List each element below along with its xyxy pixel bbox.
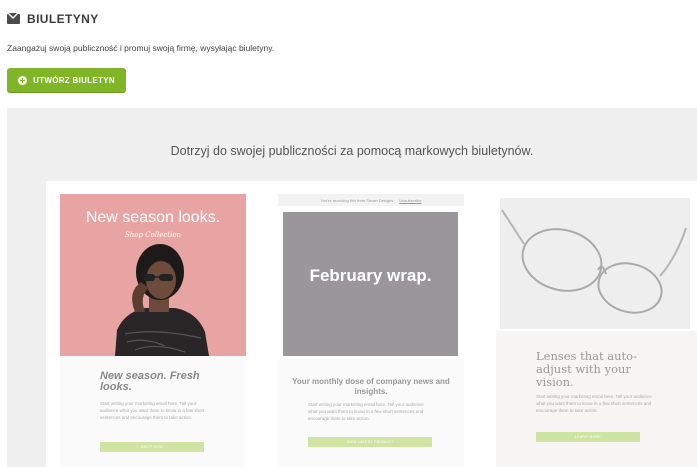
eyewear-hero-image — [500, 198, 690, 329]
news-hero-image: February wrap. — [283, 212, 458, 356]
fashion-hero-image: New season looks. Shop Collection — [60, 194, 246, 356]
page-subtitle: Zaangażuj swoją publiczność i promuj swo… — [7, 43, 275, 53]
news-view-button: VIEW LATEST PRODUCT — [308, 437, 432, 447]
fashion-hero-subtitle: Shop Collection — [124, 231, 182, 239]
envelope-icon — [7, 13, 20, 24]
eyewear-learn-button: LEARN MORE — [536, 432, 640, 442]
fashion-body: New season. Fresh looks. Start writing y… — [60, 356, 246, 467]
plus-circle-icon — [18, 76, 28, 85]
eyewear-body: Lenses that auto-adjust with your vision… — [496, 331, 697, 467]
promo-panel: Dotrzyj do swojej publiczności za pomocą… — [7, 108, 697, 467]
news-top-bar: You're receiving this from Seven Designs… — [278, 194, 464, 206]
promo-heading: Dotrzyj do swojej publiczności za pomocą… — [170, 144, 534, 158]
model-photo — [115, 244, 209, 356]
page-title: BIULETYNY — [27, 12, 99, 26]
eyewear-headline: Lenses that auto-adjust with your vision… — [536, 349, 637, 389]
page-header: BIULETYNY — [7, 12, 99, 26]
eyewear-body-text: Start writing your marketing email here.… — [536, 394, 652, 413]
fashion-shop-button: SHOP NOW — [100, 442, 204, 452]
news-headline: Your monthly dose of company news and in… — [292, 377, 450, 396]
fashion-body-text: Start writing your marketing email here.… — [100, 401, 205, 420]
template-previews: New season looks. Shop Collection New se… — [46, 181, 697, 467]
glasses-illustration — [501, 209, 687, 314]
news-body: Your monthly dose of company news and in… — [278, 359, 464, 467]
fashion-hero-title: New season looks. — [85, 209, 221, 226]
fashion-headline: New season. Fresh looks. — [100, 370, 200, 393]
news-top-bar-text: You're receiving this from Seven Designs — [320, 197, 394, 203]
news-hero-title: February wrap. — [309, 266, 432, 285]
create-newsletter-label: UTWÓRZ BIULETYN — [33, 76, 115, 85]
news-body-text: Start writing your marketing email here.… — [308, 402, 424, 421]
create-newsletter-button[interactable]: UTWÓRZ BIULETYN — [7, 68, 126, 93]
news-unsubscribe-link: Unsubscribe — [399, 197, 422, 203]
